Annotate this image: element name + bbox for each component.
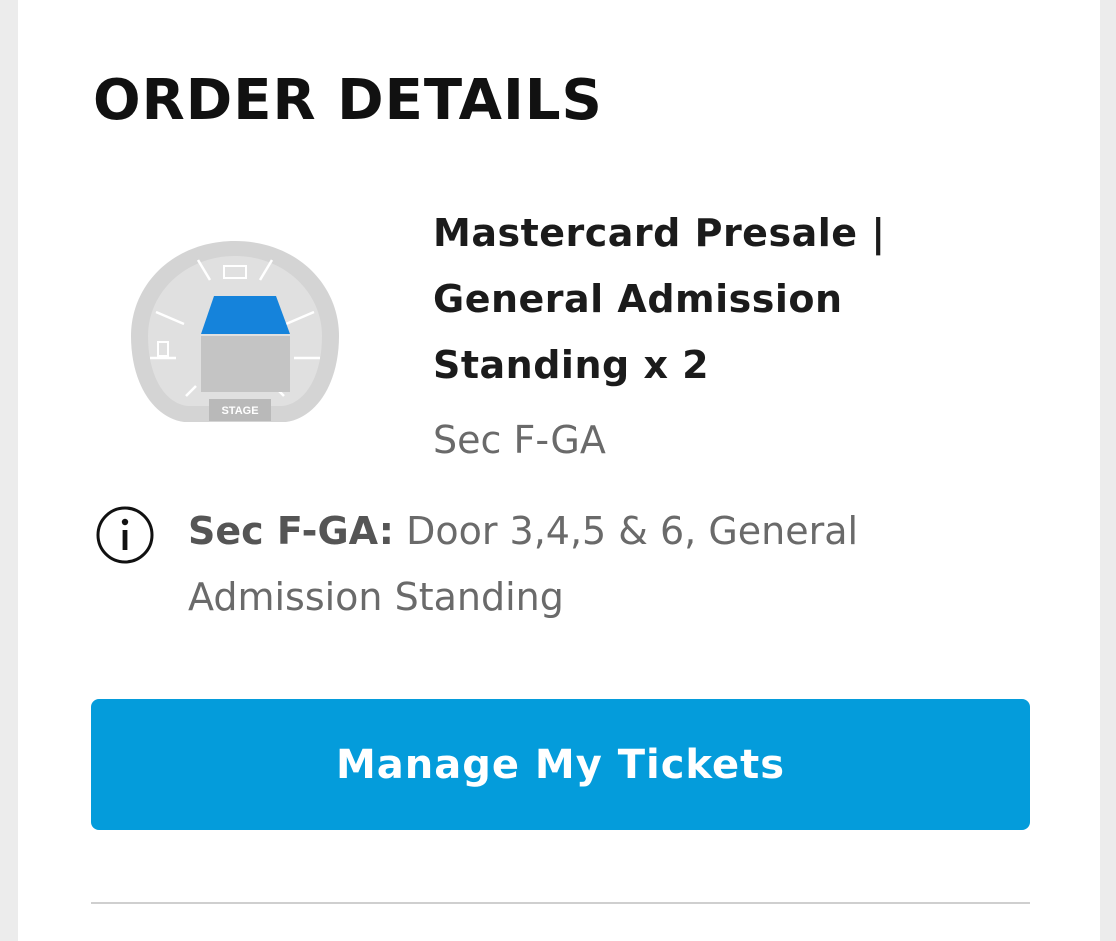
order-details-title: ORDER DETAILS <box>93 68 603 133</box>
ticket-section: Sec F-GA <box>433 418 606 462</box>
order-details-card: ORDER DETAILS STAGE Mastercard Presale |… <box>18 0 1100 941</box>
seat-map: STAGE <box>131 241 339 422</box>
seat-map-stage-label: STAGE <box>221 405 258 417</box>
section-info-label: Sec F-GA: <box>188 509 394 553</box>
manage-my-tickets-button[interactable]: Manage My Tickets <box>91 699 1030 830</box>
section-info: Sec F-GA: Door 3,4,5 & 6, General Admiss… <box>188 498 1008 630</box>
seat-map-floor-section <box>201 336 290 392</box>
info-icon <box>96 506 154 564</box>
divider <box>91 902 1030 904</box>
ticket-name: Mastercard Presale | General Admission S… <box>433 211 886 387</box>
seat-map-selected-section <box>201 296 290 334</box>
